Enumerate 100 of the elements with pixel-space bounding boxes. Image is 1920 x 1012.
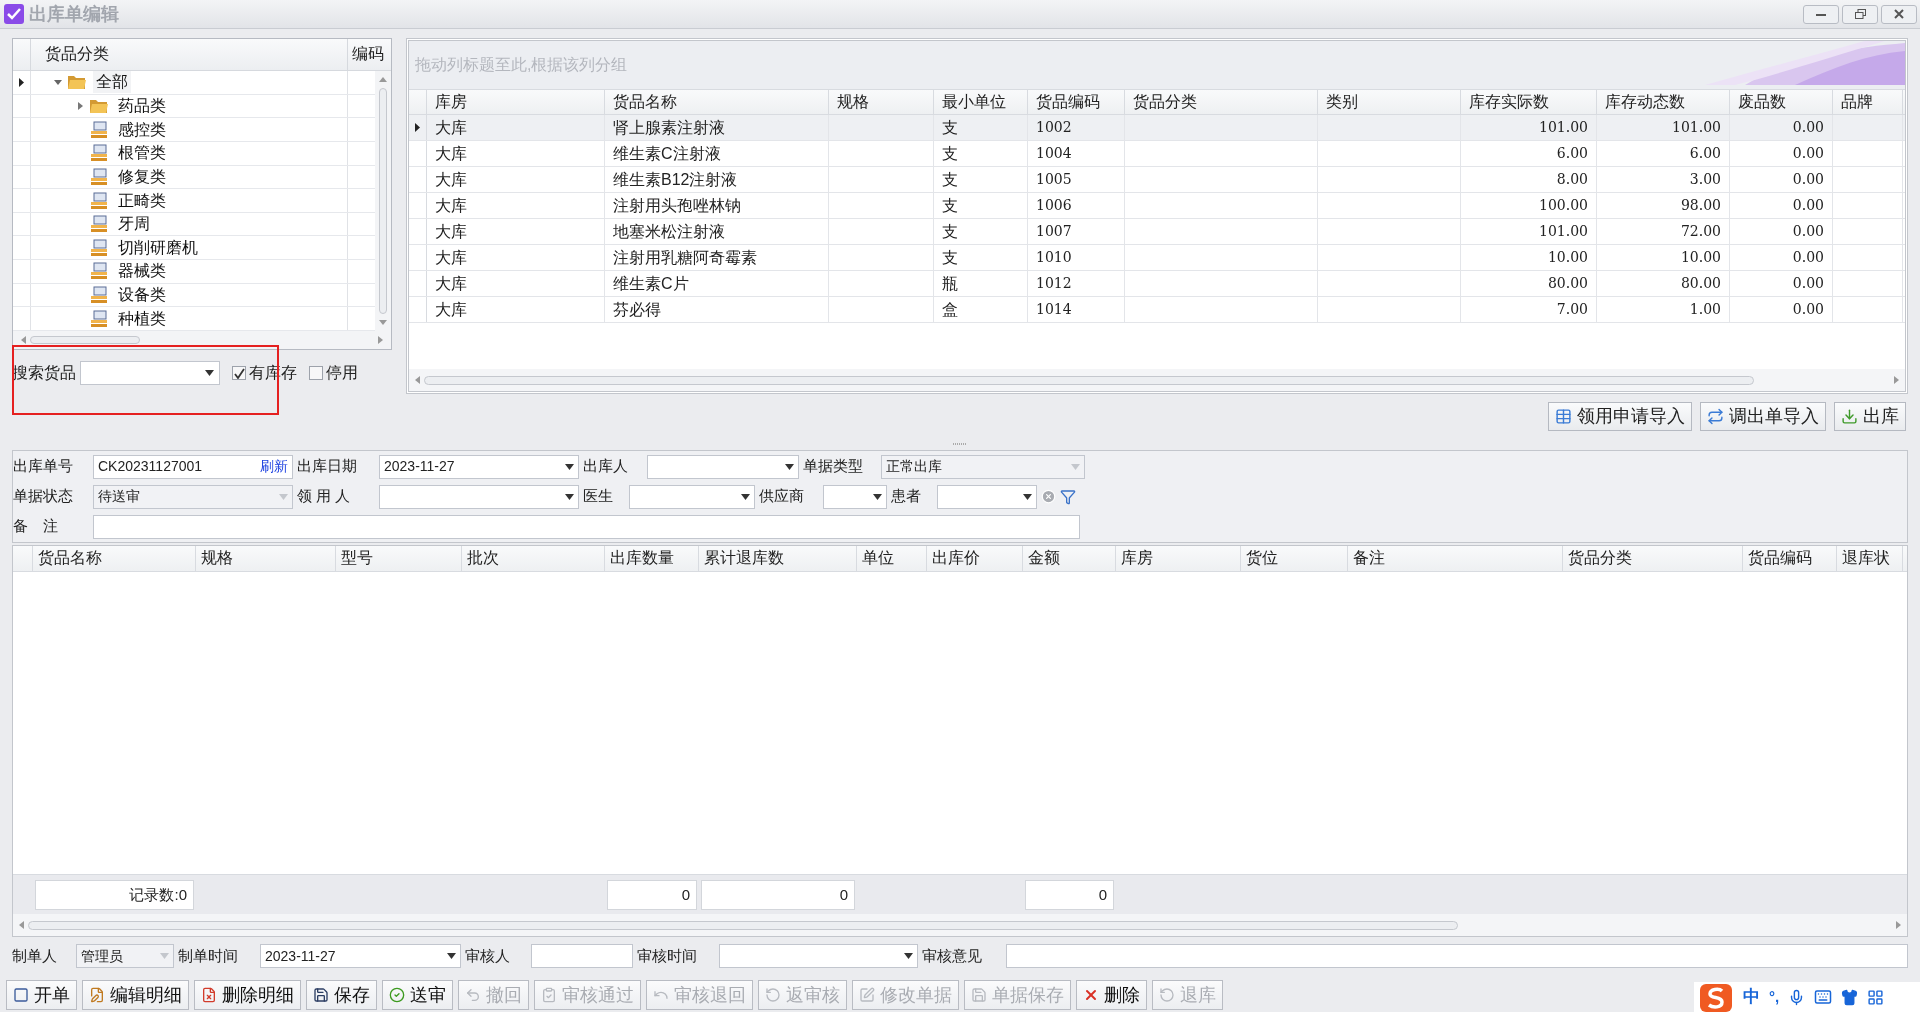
scroll-left-icon[interactable]: [415, 376, 420, 384]
column-header[interactable]: 货位: [1241, 546, 1348, 571]
dropdown-caret-icon[interactable]: [565, 493, 574, 500]
dropdown-field[interactable]: [629, 484, 755, 509]
horizontal-scrollbar[interactable]: [409, 369, 1905, 391]
filter-icon[interactable]: [1060, 488, 1076, 505]
checkbox[interactable]: [232, 366, 246, 380]
column-header[interactable]: 货品分类: [1125, 90, 1318, 114]
dropdown-caret-icon[interactable]: [904, 953, 913, 959]
horizontal-scrollbar[interactable]: [13, 331, 391, 349]
tree-item[interactable]: 设备类: [115, 284, 169, 307]
input-field[interactable]: [531, 944, 633, 968]
import-button[interactable]: 调出单导入: [1700, 401, 1826, 431]
scroll-right-icon[interactable]: [378, 336, 383, 344]
dropdown-caret-icon[interactable]: [873, 493, 882, 500]
table-row[interactable]: 大库 维生素C注射液 支 1004 6.00 6.00 0.00: [409, 141, 1905, 167]
ime-punctuation[interactable]: °,: [1769, 985, 1780, 1009]
tree-item[interactable]: 根管类: [115, 142, 169, 165]
column-header[interactable]: 货品名称: [33, 546, 196, 571]
tree-item[interactable]: 切削研磨机: [115, 236, 201, 259]
column-header[interactable]: 库存动态数: [1597, 90, 1730, 114]
dropdown-caret-icon[interactable]: [741, 493, 750, 500]
table-row[interactable]: 大库 注射用头孢唑林钠 支 1006 100.00 98.00 0.00: [409, 193, 1905, 219]
table-row[interactable]: 大库 维生素C片 瓶 1012 80.00 80.00 0.00: [409, 271, 1905, 297]
column-header[interactable]: 退库状: [1837, 546, 1903, 571]
tree-item[interactable]: 药品类: [115, 94, 169, 117]
input-field[interactable]: [1006, 944, 1908, 968]
tree-item[interactable]: 修复类: [115, 165, 169, 188]
scroll-left-icon[interactable]: [19, 921, 24, 929]
table-row[interactable]: 大库 维生素B12注射液 支 1005 8.00 3.00 0.00: [409, 167, 1905, 193]
column-header[interactable]: 库房: [427, 90, 605, 114]
column-header[interactable]: 金额: [1023, 546, 1116, 571]
dropdown-field[interactable]: [719, 944, 918, 968]
grid-icon[interactable]: [1867, 988, 1885, 1006]
tree-item[interactable]: 器械类: [115, 260, 169, 283]
scroll-left-icon[interactable]: [21, 336, 26, 344]
column-header[interactable]: 最小单位: [934, 90, 1028, 114]
dropdown-caret-icon[interactable]: [1023, 493, 1032, 500]
toolbar-button[interactable]: 保存: [306, 980, 377, 1010]
toolbar-button[interactable]: 编辑明细: [82, 980, 189, 1010]
import-button[interactable]: 领用申请导入: [1548, 401, 1692, 431]
dropdown-field[interactable]: [379, 484, 579, 509]
scroll-right-icon[interactable]: [1894, 376, 1899, 384]
close-button[interactable]: [1881, 4, 1917, 24]
tree-item[interactable]: 感控类: [115, 118, 169, 141]
column-header[interactable]: 货品分类: [1563, 546, 1743, 571]
collapse-caret-icon[interactable]: [54, 79, 62, 85]
dropdown-caret-icon[interactable]: [205, 370, 214, 376]
column-header[interactable]: 货品编码: [1743, 546, 1837, 571]
dropdown-field[interactable]: 2023-11-27: [379, 454, 579, 479]
tree-item[interactable]: 全部: [93, 71, 131, 94]
scroll-up-icon[interactable]: [379, 77, 387, 82]
table-row[interactable]: 大库 芬必得 盒 1014 7.00 1.00 0.00: [409, 297, 1905, 323]
toolbar-button[interactable]: 删除明细: [194, 980, 301, 1010]
ime-mode[interactable]: 中: [1743, 984, 1760, 1010]
tree-item[interactable]: 种植类: [115, 307, 169, 330]
clear-icon[interactable]: [1041, 489, 1056, 504]
dropdown-field[interactable]: [647, 454, 799, 479]
input-field[interactable]: [93, 514, 1080, 539]
dropdown-caret-icon[interactable]: [785, 463, 794, 470]
column-header[interactable]: 库存实际数: [1461, 90, 1597, 114]
column-header[interactable]: 单位: [857, 546, 927, 571]
column-header[interactable]: 出库数量: [605, 546, 699, 571]
table-row[interactable]: 大库 注射用乳糖阿奇霉素 支 1010 10.00 10.00 0.00: [409, 245, 1905, 271]
column-header[interactable]: 型号: [336, 546, 462, 571]
refresh-link[interactable]: 刷新: [260, 456, 288, 477]
dropdown-field[interactable]: [823, 484, 887, 509]
column-header[interactable]: 类别: [1318, 90, 1461, 114]
expand-caret-icon[interactable]: [77, 101, 83, 110]
import-button[interactable]: 出库: [1834, 401, 1906, 431]
shirt-icon[interactable]: [1841, 988, 1859, 1006]
dropdown-field[interactable]: [937, 484, 1037, 509]
column-header[interactable]: 出库价: [927, 546, 1023, 571]
column-header[interactable]: 规格: [829, 90, 934, 114]
table-row[interactable]: 大库 地塞米松注射液 支 1007 101.00 72.00 0.00: [409, 219, 1905, 245]
input-field[interactable]: CK20231127001 刷新: [93, 454, 293, 479]
table-row[interactable]: 大库 肾上腺素注射液 支 1002 101.00 101.00 0.00: [409, 115, 1905, 141]
dropdown-field[interactable]: 2023-11-27: [260, 944, 461, 968]
toolbar-button[interactable]: 开单: [6, 980, 77, 1010]
column-header[interactable]: 废品数: [1730, 90, 1833, 114]
column-header[interactable]: 库房: [1116, 546, 1241, 571]
tree-item[interactable]: 正畸类: [115, 189, 169, 212]
splitter-grip-icon[interactable]: [953, 442, 967, 446]
keyboard-icon[interactable]: [1814, 988, 1833, 1006]
column-header[interactable]: 规格: [196, 546, 336, 571]
scroll-right-icon[interactable]: [1896, 921, 1901, 929]
column-header[interactable]: 货品名称: [605, 90, 829, 114]
column-header[interactable]: 编码: [347, 39, 391, 70]
column-header[interactable]: 备注: [1348, 546, 1563, 571]
toolbar-button[interactable]: 送审: [382, 980, 453, 1010]
column-header[interactable]: 货品分类: [31, 39, 347, 70]
horizontal-scrollbar[interactable]: [13, 914, 1907, 936]
restore-button[interactable]: [1842, 4, 1878, 24]
column-header[interactable]: 累计退库数: [699, 546, 857, 571]
tree-item[interactable]: 牙周: [115, 213, 153, 236]
column-header[interactable]: 品牌: [1833, 90, 1903, 114]
dropdown-caret-icon[interactable]: [565, 463, 574, 470]
toolbar-button[interactable]: 删除: [1076, 980, 1147, 1010]
minimize-button[interactable]: [1803, 4, 1839, 24]
dropdown-caret-icon[interactable]: [447, 953, 456, 959]
